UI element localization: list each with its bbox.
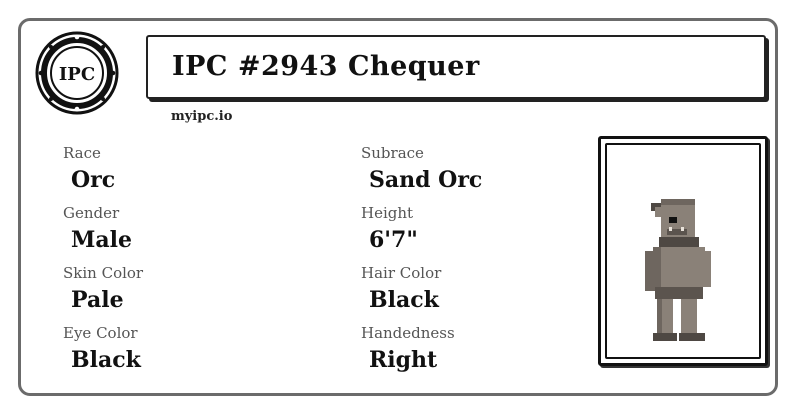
skin-color-value: Pale — [71, 287, 124, 313]
page-title: IPC #2943 Chequer — [172, 51, 480, 82]
portrait-frame — [598, 136, 768, 366]
orc-character-sprite — [645, 199, 711, 341]
race-value: Orc — [71, 167, 116, 193]
eye-color-label: Eye Color — [63, 324, 138, 342]
title-banner: IPC #2943 Chequer — [146, 35, 766, 99]
height-label: Height — [361, 204, 414, 222]
hair-color-value: Black — [369, 287, 439, 313]
gender-value: Male — [71, 227, 132, 253]
site-link[interactable]: myipc.io — [171, 109, 232, 124]
handedness-value: Right — [369, 347, 438, 373]
subrace-value: Sand Orc — [369, 167, 483, 193]
seal-text: IPC — [59, 64, 95, 85]
gender-label: Gender — [63, 204, 120, 222]
eye-color-value: Black — [71, 347, 141, 373]
skin-color-label: Skin Color — [63, 264, 144, 282]
hair-color-label: Hair Color — [361, 264, 442, 282]
handedness-label: Handedness — [361, 324, 455, 342]
subrace-label: Subrace — [361, 144, 424, 162]
height-value: 6'7" — [369, 227, 418, 253]
ipc-seal-icon: IPC — [35, 31, 119, 115]
ipc-card: IPC IPC #2943 Chequer myipc.io Race Orc … — [18, 18, 778, 396]
race-label: Race — [63, 144, 101, 162]
